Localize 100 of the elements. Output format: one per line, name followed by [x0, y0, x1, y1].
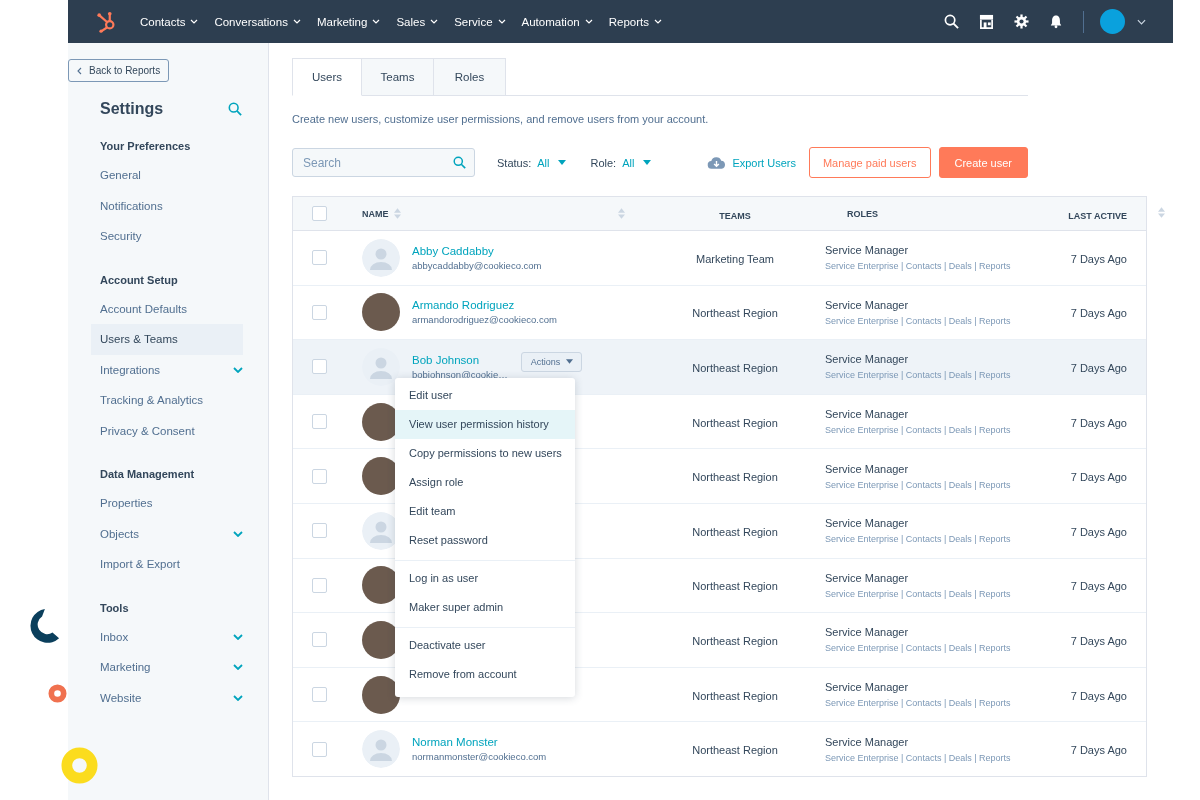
- permissions-text: Service Enterprise | Contacts | Deals | Reports: [825, 588, 1012, 599]
- sidebar-item-label: Account Defaults: [100, 302, 187, 315]
- tab[interactable]: Teams: [362, 58, 434, 96]
- select-all-checkbox[interactable]: [311, 206, 327, 221]
- sidebar-item[interactable]: Notifications: [91, 190, 243, 221]
- tab[interactable]: Users: [292, 58, 362, 96]
- sidebar-item[interactable]: Integrations: [91, 354, 243, 385]
- sidebar-item[interactable]: Properties: [91, 488, 243, 519]
- caret-down-icon[interactable]: [558, 160, 567, 165]
- column-header[interactable]: LAST ACTIVE: [1068, 210, 1127, 221]
- search-icon[interactable]: [944, 14, 959, 29]
- sidebar-item[interactable]: Security: [91, 221, 243, 252]
- menu-item[interactable]: Log in as user: [395, 564, 575, 593]
- role-name: Service Manager: [825, 244, 910, 257]
- permissions-text: Service Enterprise | Contacts | Deals | Reports: [825, 261, 1012, 272]
- photo-placeholder: [362, 675, 400, 714]
- profile-photo-placeholder[interactable]: [1100, 9, 1125, 34]
- sidebar-item[interactable]: Marketing: [91, 652, 243, 683]
- menu-item[interactable]: Assign role: [395, 468, 575, 497]
- permissions-text: Service Enterprise | Contacts | Deals | Reports: [825, 643, 1012, 654]
- nav-menu-item[interactable]: Sales: [396, 15, 439, 28]
- last-active-cell: 7 Days Ago: [1070, 525, 1127, 538]
- nav-menu-item[interactable]: Marketing: [316, 15, 381, 28]
- row-checkbox[interactable]: [311, 414, 327, 430]
- row-checkbox[interactable]: [311, 577, 327, 593]
- row-checkbox[interactable]: [311, 523, 327, 539]
- user-email: bobjohnson@cookie…: [412, 369, 508, 380]
- role-name: Service Manager: [825, 681, 910, 694]
- chevron-left-icon[interactable]: [77, 66, 82, 75]
- sidebar-section-heading: Your Preferences: [99, 139, 192, 154]
- sidebar-item[interactable]: Objects: [91, 518, 243, 549]
- sidebar-item-label: Marketing: [100, 661, 151, 674]
- team-cell: Northeast Region: [692, 307, 778, 320]
- ring-shape: [61, 747, 98, 784]
- sidebar-item[interactable]: Users & Teams: [91, 324, 243, 355]
- caret-down-icon[interactable]: [643, 160, 652, 165]
- sidebar-item-label: Privacy & Consent: [100, 424, 195, 437]
- team-cell: Northeast Region: [692, 634, 778, 647]
- last-active-cell: 7 Days Ago: [1070, 307, 1127, 320]
- sidebar-item-label: Inbox: [100, 630, 129, 643]
- sidebar-item-label: Tracking & Analytics: [100, 394, 204, 407]
- column-header[interactable]: ROLES: [847, 208, 1025, 219]
- last-active-cell: 7 Days Ago: [1070, 634, 1127, 647]
- store-icon[interactable]: [979, 14, 994, 29]
- sidebar-item-label: Notifications: [100, 199, 163, 212]
- row-checkbox[interactable]: [311, 687, 327, 703]
- row-checkbox[interactable]: [311, 250, 327, 266]
- sidebar-item[interactable]: Inbox: [91, 621, 243, 652]
- row-checkbox[interactable]: [311, 304, 327, 320]
- nav-menu-item[interactable]: Reports: [608, 15, 662, 28]
- last-active-cell: 7 Days Ago: [1070, 744, 1127, 757]
- caret-down-icon[interactable]: [566, 359, 574, 365]
- sidebar-item[interactable]: General: [91, 160, 243, 191]
- nav-menu-item[interactable]: Conversations: [214, 15, 301, 28]
- bell-icon[interactable]: [1049, 14, 1063, 29]
- search-field[interactable]: Search: [292, 148, 475, 177]
- team-cell: Northeast Region: [692, 744, 778, 757]
- settings-icon[interactable]: [1014, 14, 1029, 29]
- sidebar-item-label: Objects: [100, 527, 139, 540]
- row-checkbox[interactable]: [311, 741, 327, 757]
- role-name: Service Manager: [825, 462, 910, 475]
- row-checkbox[interactable]: [311, 359, 327, 375]
- sidebar-item-label: Import & Export: [100, 558, 180, 571]
- permissions-text: Service Enterprise | Contacts | Deals | Reports: [825, 698, 1012, 709]
- team-cell: Northeast Region: [692, 689, 778, 702]
- permissions-text: Service Enterprise | Contacts | Deals | Reports: [825, 370, 1012, 381]
- team-cell: Northeast Region: [692, 362, 778, 374]
- user-email: normanmonster@cookieco.com: [412, 751, 547, 763]
- last-active-cell: 7 Days Ago: [1070, 362, 1127, 374]
- column-header[interactable]: TEAMS: [719, 210, 751, 221]
- chevron-down-icon[interactable]: [1137, 18, 1146, 25]
- tab[interactable]: Roles: [434, 58, 506, 96]
- actions-dropdown-button[interactable]: Actions: [520, 352, 583, 372]
- row-checkbox[interactable]: [311, 468, 327, 484]
- menu-item[interactable]: View user permission history: [395, 410, 575, 439]
- sidebar-item[interactable]: Import & Export: [91, 549, 243, 580]
- menu-item[interactable]: Reset password: [395, 526, 575, 555]
- sidebar-item-label: Properties: [100, 497, 153, 510]
- nav-menu-item[interactable]: Service: [454, 15, 506, 28]
- sidebar-item[interactable]: Website: [91, 682, 243, 713]
- nav-menu-item[interactable]: Automation: [521, 15, 593, 28]
- last-active-cell: 7 Days Ago: [1070, 689, 1127, 702]
- role-name: Service Manager: [825, 571, 910, 584]
- cloud-download-icon[interactable]: [707, 155, 727, 170]
- filter-label: Role:: [590, 156, 617, 169]
- back-button[interactable]: Back to Reports: [68, 59, 170, 82]
- sidebar-item[interactable]: Account Defaults: [91, 293, 243, 324]
- column-header[interactable]: NAME: [362, 208, 389, 219]
- sort-icon[interactable]: [1158, 207, 1165, 218]
- nav-menu-item[interactable]: Contacts: [140, 15, 199, 28]
- permissions-text: Service Enterprise | Contacts | Deals | Reports: [825, 315, 1012, 326]
- team-cell: Northeast Region: [692, 416, 778, 429]
- user-email: abbycaddabby@cookieco.com: [412, 259, 542, 271]
- last-active-cell: 7 Days Ago: [1070, 580, 1127, 593]
- row-checkbox[interactable]: [311, 632, 327, 648]
- sidebar-item[interactable]: Privacy & Consent: [91, 415, 243, 446]
- team-cell: Northeast Region: [692, 525, 778, 538]
- sidebar-item[interactable]: Tracking & Analytics: [91, 385, 243, 416]
- user-email: armandorodriguez@cookieco.com: [412, 314, 557, 326]
- menu-item[interactable]: Deactivate user: [395, 631, 575, 660]
